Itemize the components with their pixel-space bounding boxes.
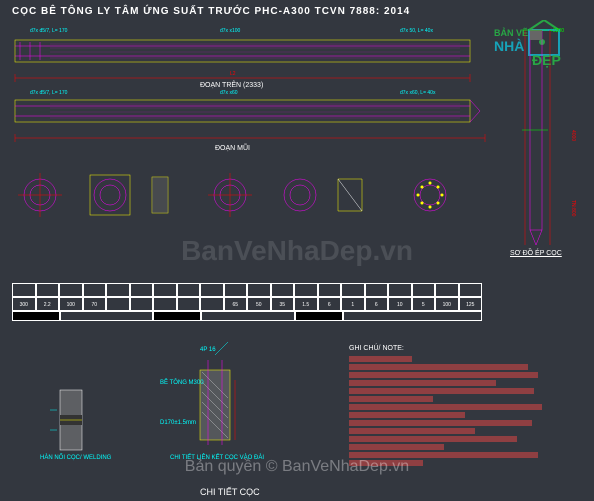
table-data-row: 3002.2100706550351.5616105100125 xyxy=(12,297,482,311)
spec-label-6: đ7x x60, L= 40x xyxy=(400,90,435,96)
label-doan-mui: ĐOẠN MŨI xyxy=(215,145,250,152)
copyright: Bản quyền © BanVeNhaDep.vn xyxy=(185,458,409,476)
spec-label-2: đ7x x100 xyxy=(220,28,240,34)
dim-4000: 4000 xyxy=(570,130,576,141)
th xyxy=(12,283,36,297)
bottom-title: CHI TIẾT CỌC xyxy=(200,487,260,497)
notes-block: GHI CHÚ/ NOTE: xyxy=(349,345,559,468)
table-bar-row xyxy=(12,311,482,321)
label-4p16: 4P 16 xyxy=(200,347,216,353)
notes-title: GHI CHÚ/ NOTE: xyxy=(349,345,559,352)
label-doan-tren: ĐOẠN TRÊN (2333) xyxy=(200,82,263,89)
label-han-noi: HÀN NỐI CỌC/ WELDING xyxy=(40,455,111,461)
spec-label-5: đ7x x60 xyxy=(220,90,238,96)
table-header-row xyxy=(12,283,482,297)
label-d170: D170±1.5mm xyxy=(160,420,196,426)
spec-label-1: đ7x đ5/7, L= 170 xyxy=(30,28,67,34)
label-be-tong: BÊ TÔNG M300 xyxy=(160,380,204,386)
dim-top: +3200 xyxy=(550,28,564,34)
label-so-do: SƠ ĐỒ ÉP CỌC xyxy=(510,250,562,257)
spec-label-3: đ7x 50, L= 40x xyxy=(400,28,433,34)
dim-l2: L2 xyxy=(230,71,236,77)
spec-label-4: đ7x đ5/7, L= 170 xyxy=(30,90,67,96)
spec-table: 3002.2100706550351.5616105100125 xyxy=(12,283,482,321)
dim-800: TN:800 xyxy=(570,200,576,216)
